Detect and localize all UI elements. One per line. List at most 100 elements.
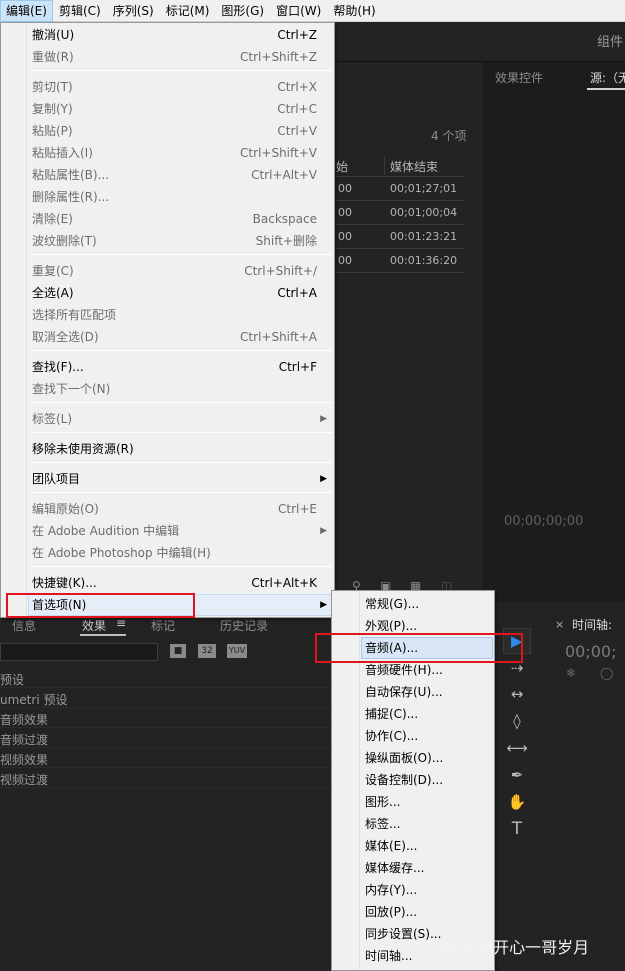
menu-icon-gutter — [1, 23, 27, 617]
tab-source[interactable]: 源:（无 — [590, 69, 625, 86]
submenu-item-memory[interactable]: 内存(Y)... — [361, 879, 493, 901]
menu-separator — [30, 350, 332, 351]
submenu-item-general[interactable]: 常规(G)... — [361, 593, 493, 615]
menu-item-remove-unused[interactable]: 移除未使用资源(R) — [28, 438, 333, 460]
menu-item-copy[interactable]: 复制(Y) Ctrl+C — [28, 98, 333, 120]
tab-timeline[interactable]: 时间轴: — [572, 616, 612, 633]
menu-item-redo[interactable]: 重做(R) Ctrl+Shift+Z — [28, 46, 333, 68]
selection-tool[interactable]: ▶ — [503, 628, 531, 654]
submenu-item-device-control[interactable]: 设备控制(D)... — [361, 769, 493, 791]
list-item[interactable]: 视频过渡 — [0, 768, 330, 788]
menu-item-cut[interactable]: 剪切(T) Ctrl+X — [28, 76, 333, 98]
menu-item-shortcut: Backspace — [252, 212, 317, 226]
submenu-item-label: 媒体(E)... — [365, 839, 418, 853]
submenu-item-label: 常规(G)... — [365, 597, 420, 611]
menu-item-shortcut: Ctrl+X — [277, 80, 317, 94]
menu-help[interactable]: 帮助(H) — [327, 0, 381, 22]
tab-history[interactable]: 历史记录 — [220, 617, 268, 634]
menu-clip[interactable]: 剪辑(C) — [53, 0, 107, 22]
linked-selection-icon[interactable]: ◯ — [600, 666, 613, 680]
menu-item-shortcut: Ctrl+Alt+V — [251, 168, 317, 182]
menu-item-paste-attributes[interactable]: 粘贴属性(B)... Ctrl+Alt+V — [28, 164, 333, 186]
tab-effects[interactable]: 效果 — [82, 617, 106, 634]
submenu-item-playback[interactable]: 回放(P)... — [361, 901, 493, 923]
track-select-icon[interactable]: ⇢ — [506, 657, 528, 679]
menu-window[interactable]: 窗口(W) — [270, 0, 327, 22]
pen-icon[interactable]: ✒ — [506, 764, 528, 786]
effects-search-input[interactable] — [0, 643, 158, 661]
hand-icon[interactable]: ✋ — [506, 791, 528, 813]
list-item[interactable]: 音频过渡 — [0, 728, 330, 748]
list-item[interactable]: 音频效果 — [0, 708, 330, 728]
column-header-media-end[interactable]: 媒体结束 — [390, 158, 438, 175]
menu-item-find[interactable]: 查找(F)... Ctrl+F — [28, 356, 333, 378]
tab-info[interactable]: 信息 — [12, 617, 36, 634]
menu-item-label: 移除未使用资源(R) — [32, 442, 134, 456]
column-divider[interactable] — [384, 157, 385, 175]
column-header-start[interactable]: 始 — [336, 158, 348, 175]
list-item[interactable]: umetri 预设 — [0, 688, 330, 708]
menu-item-label-submenu[interactable]: 标签(L) ▶ — [28, 408, 333, 430]
list-item[interactable]: 预设 — [0, 668, 330, 688]
menu-item-select-all[interactable]: 全选(A) Ctrl+A — [28, 282, 333, 304]
submenu-item-auto-save[interactable]: 自动保存(U)... — [361, 681, 493, 703]
source-tab-underline — [587, 88, 625, 90]
list-item[interactable]: 视频效果 — [0, 748, 330, 768]
submenu-item-labels[interactable]: 标签... — [361, 813, 493, 835]
menu-item-select-all-matching[interactable]: 选择所有匹配项 — [28, 304, 333, 326]
menu-item-preferences[interactable]: 首选项(N) ▶ — [28, 594, 333, 616]
close-icon[interactable]: × — [555, 618, 564, 631]
menu-item-deselect-all[interactable]: 取消全选(D) Ctrl+Shift+A — [28, 326, 333, 348]
accelerated-effects-icon[interactable]: ■ — [170, 644, 186, 658]
selection-arrow-icon: ▶ — [511, 632, 523, 650]
submenu-item-audio[interactable]: 音频(A)... — [361, 637, 493, 659]
tab-effect-controls[interactable]: 效果控件 — [495, 69, 543, 86]
submenu-item-media-cache[interactable]: 媒体缓存... — [361, 857, 493, 879]
menu-sequence[interactable]: 序列(S) — [107, 0, 160, 22]
watermark: 知乎 @开心一哥岁月 — [440, 938, 590, 957]
menu-item-edit-in-photoshop[interactable]: 在 Adobe Photoshop 中编辑(H) — [28, 542, 333, 564]
slip-icon[interactable]: ⟷ — [506, 737, 528, 759]
type-tool-icon[interactable]: T — [506, 818, 528, 840]
menu-item-duplicate[interactable]: 重复(C) Ctrl+Shift+/ — [28, 260, 333, 282]
table-row[interactable]: 00 00:01:36:20 — [336, 249, 464, 273]
table-row[interactable]: 00 00:01:23:21 — [336, 225, 464, 249]
submenu-item-capture[interactable]: 捕捉(C)... — [361, 703, 493, 725]
menu-separator — [30, 402, 332, 403]
menu-item-undo[interactable]: 撤消(U) Ctrl+Z — [28, 24, 333, 46]
timeline-panel — [546, 610, 625, 971]
table-row[interactable]: 00 00;01;00;04 — [336, 201, 464, 225]
snap-icon[interactable]: ❄ — [566, 666, 576, 680]
menu-item-keyboard-shortcuts[interactable]: 快捷键(K)... Ctrl+Alt+K — [28, 572, 333, 594]
menu-item-edit-original[interactable]: 编辑原始(O) Ctrl+E — [28, 498, 333, 520]
tab-top-right[interactable]: 组件 — [597, 31, 623, 50]
effects-tab-underline — [80, 634, 126, 636]
menu-markers[interactable]: 标记(M) — [160, 0, 216, 22]
menu-item-remove-attributes[interactable]: 删除属性(R)... — [28, 186, 333, 208]
menu-item-clear[interactable]: 清除(E) Backspace — [28, 208, 333, 230]
submenu-item-audio-hardware[interactable]: 音频硬件(H)... — [361, 659, 493, 681]
menu-graphics[interactable]: 图形(G) — [215, 0, 270, 22]
submenu-item-appearance[interactable]: 外观(P)... — [361, 615, 493, 637]
submenu-item-control-surface[interactable]: 操纵面板(O)... — [361, 747, 493, 769]
menu-edit[interactable]: 编辑(E) — [0, 0, 53, 22]
menu-item-find-next[interactable]: 查找下一个(N) — [28, 378, 333, 400]
submenu-item-graphics[interactable]: 图形... — [361, 791, 493, 813]
menu-item-label: 首选项(N) — [32, 598, 87, 612]
menu-item-edit-in-audition[interactable]: 在 Adobe Audition 中编辑 ▶ — [28, 520, 333, 542]
menu-item-ripple-delete[interactable]: 波纹删除(T) Shift+删除 — [28, 230, 333, 252]
menu-icon[interactable]: ≡ — [116, 616, 126, 630]
submenu-item-media[interactable]: 媒体(E)... — [361, 835, 493, 857]
menu-item-paste-insert[interactable]: 粘贴插入(I) Ctrl+Shift+V — [28, 142, 333, 164]
table-row[interactable]: 00 00;01;27;01 — [336, 177, 464, 201]
menu-item-paste[interactable]: 粘贴(P) Ctrl+V — [28, 120, 333, 142]
badge-32bit[interactable]: 32 — [198, 644, 216, 658]
razor-icon[interactable]: ◊ — [506, 710, 528, 732]
submenu-item-label: 回放(P)... — [365, 905, 418, 919]
ripple-edit-icon[interactable]: ↔ — [506, 683, 528, 705]
menu-item-team-project[interactable]: 团队项目 ▶ — [28, 468, 333, 490]
item-count: 4 个项 — [431, 129, 467, 143]
badge-yuv[interactable]: YUV — [227, 644, 247, 658]
tab-markers[interactable]: 标记 — [151, 617, 175, 634]
submenu-item-collaboration[interactable]: 协作(C)... — [361, 725, 493, 747]
